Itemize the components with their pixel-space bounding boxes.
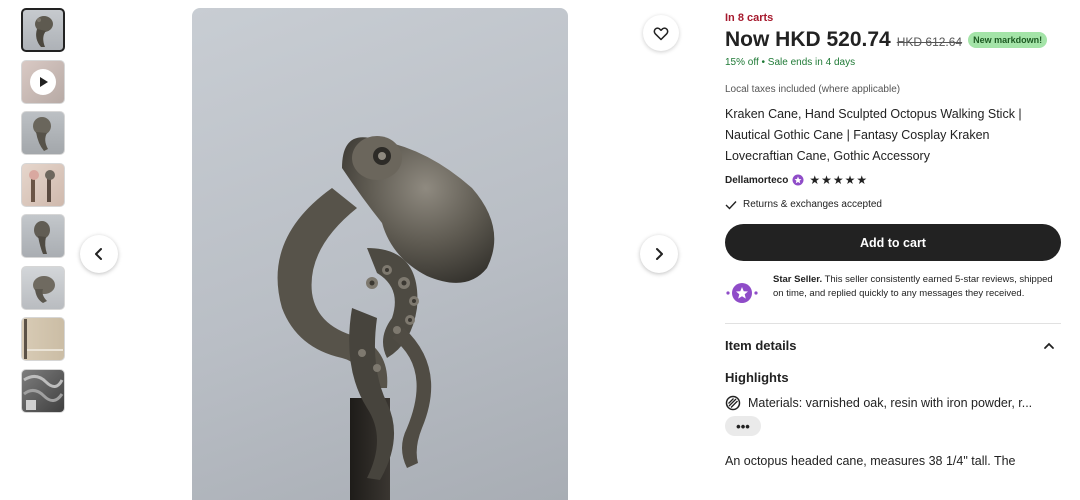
- octopus-cane-thumb-icon: [34, 221, 50, 254]
- materials-row: Materials: varnished oak, resin with iro…: [725, 395, 1061, 411]
- heart-icon: [653, 26, 669, 40]
- chevron-up-icon: [1044, 342, 1054, 349]
- next-image-button[interactable]: [640, 235, 678, 273]
- star-seller-info: Star Seller. This seller consistently ea…: [725, 273, 1061, 305]
- main-product-image: [192, 8, 568, 500]
- item-details-toggle[interactable]: Item details: [725, 338, 1061, 353]
- thumbnail-8[interactable]: [21, 368, 65, 413]
- checkmark-icon: [725, 200, 737, 210]
- star-seller-label: Star Seller.: [773, 274, 823, 285]
- section-divider: [725, 323, 1061, 324]
- listing-panel: In 8 carts Now HKD 520.74 HKD 612.64 New…: [725, 12, 1061, 468]
- favorite-button[interactable]: [643, 15, 679, 51]
- thumbnail-video[interactable]: [21, 59, 65, 104]
- more-highlights-button[interactable]: •••: [725, 416, 761, 436]
- in-carts-label: In 8 carts: [725, 12, 774, 24]
- star-seller-icon: [726, 283, 758, 303]
- returns-row: Returns & exchanges accepted: [725, 199, 1061, 210]
- octopus-cane-thumb-icon: [35, 16, 53, 47]
- thumbnail-4[interactable]: [21, 162, 65, 207]
- thumbnail-7[interactable]: [21, 317, 65, 361]
- listing-title: Kraken Cane, Hand Sculpted Octopus Walki…: [725, 107, 1022, 163]
- thumbnail-6[interactable]: [21, 265, 65, 310]
- sale-info: 15% off • Sale ends in 4 days: [725, 57, 856, 68]
- star-seller-text: Star Seller. This seller consistently ea…: [773, 273, 1061, 305]
- octopus-cane-thumb-icon: [33, 275, 55, 303]
- price-row: Now HKD 520.74 HKD 612.64 New markdown!: [725, 28, 1061, 52]
- chevron-right-icon: [656, 248, 663, 260]
- previous-image-button[interactable]: [80, 235, 118, 273]
- rating-stars[interactable]: ★★★★★: [809, 173, 868, 187]
- cane-pattern-thumb-icon: [23, 374, 64, 410]
- chevron-left-icon: [95, 248, 102, 260]
- play-icon: [30, 68, 56, 95]
- thumbnail-strip: [21, 8, 69, 420]
- returns-label: Returns & exchanges accepted: [743, 199, 882, 210]
- add-to-cart-button[interactable]: Add to cart: [725, 224, 1061, 261]
- current-price: Now HKD 520.74: [725, 28, 891, 51]
- materials-text: Materials: varnished oak, resin with iro…: [748, 396, 1033, 410]
- thumbnail-3[interactable]: [21, 111, 65, 155]
- seller-row: Dellamorteco ★★★★★: [725, 173, 1061, 187]
- original-price: HKD 612.64: [896, 35, 963, 49]
- octopus-cane-thumb-icon: [29, 169, 55, 202]
- star-seller-badge-icon: [792, 174, 804, 186]
- taxes-note: Local taxes included (where applicable): [725, 84, 901, 95]
- cane-shaft-thumb-icon: [24, 319, 63, 359]
- markdown-badge: New markdown!: [968, 32, 1048, 48]
- thumbnail-1[interactable]: [21, 8, 65, 52]
- item-details-heading: Item details: [725, 338, 797, 353]
- seller-name-link[interactable]: Dellamorteco: [725, 175, 788, 186]
- materials-icon: [725, 395, 741, 411]
- octopus-cane-thumb-icon: [33, 117, 51, 151]
- kraken-cane-illustration: [277, 136, 495, 500]
- highlights-heading: Highlights: [725, 370, 789, 385]
- thumbnail-5[interactable]: [21, 214, 65, 258]
- description-text: An octopus headed cane, measures 38 1/4"…: [725, 454, 1016, 468]
